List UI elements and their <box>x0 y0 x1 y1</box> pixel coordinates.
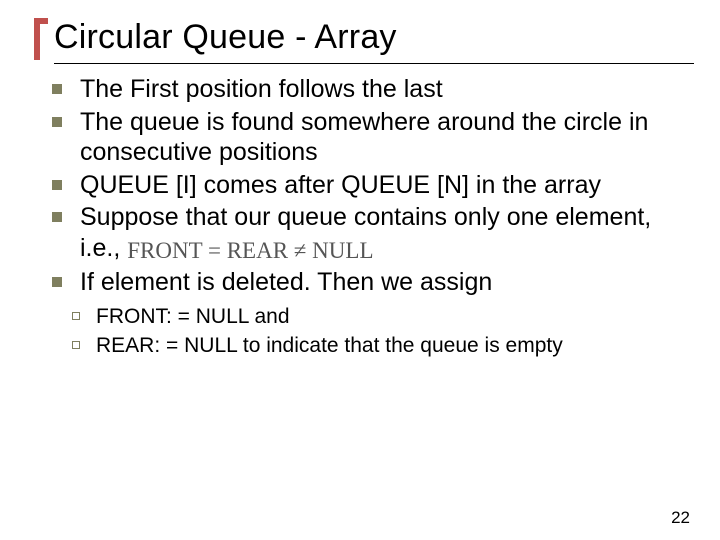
list-item: Suppose that our queue contains only one… <box>52 202 686 265</box>
list-item: The queue is found somewhere around the … <box>52 107 686 168</box>
list-item: QUEUE [I] comes after QUEUE [N] in the a… <box>52 170 686 201</box>
sub-bullet-text: REAR: = NULL to indicate that the queue … <box>96 334 563 357</box>
title-underline <box>54 63 694 64</box>
formula-content: FRONT = REAR ≠ NULL <box>127 238 373 263</box>
bullet-text: The First position follows the last <box>80 75 443 103</box>
square-bullet-icon <box>52 117 62 127</box>
hollow-square-bullet-icon <box>72 341 80 349</box>
bullet-text: QUEUE [I] comes after QUEUE [N] in the a… <box>80 171 601 199</box>
slide-title: Circular Queue - Array <box>48 18 686 57</box>
square-bullet-icon <box>52 277 62 287</box>
bullet-list: The First position follows the last The … <box>52 74 686 297</box>
title-accent-bar <box>34 22 40 60</box>
sub-bullet-text: FRONT: = NULL and <box>96 305 290 328</box>
list-item: If element is deleted. Then we assign <box>52 267 686 298</box>
title-accent-corner <box>34 18 48 24</box>
square-bullet-icon <box>52 212 62 222</box>
list-item: REAR: = NULL to indicate that the queue … <box>72 332 686 359</box>
square-bullet-icon <box>52 180 62 190</box>
list-item: The First position follows the last <box>52 74 686 105</box>
slide: Circular Queue - Array The First positio… <box>0 0 720 540</box>
list-item: FRONT: = NULL and <box>72 303 686 330</box>
square-bullet-icon <box>52 84 62 94</box>
bullet-text: If element is deleted. Then we assign <box>80 268 492 296</box>
hollow-square-bullet-icon <box>72 312 80 320</box>
page-number: 22 <box>671 508 690 528</box>
sub-bullet-list: FRONT: = NULL and REAR: = NULL to indica… <box>72 303 686 360</box>
title-block: Circular Queue - Array <box>34 18 686 64</box>
bullet-text: The queue is found somewhere around the … <box>80 108 648 167</box>
formula-text: FRONT = REAR ≠ NULL <box>127 237 373 265</box>
